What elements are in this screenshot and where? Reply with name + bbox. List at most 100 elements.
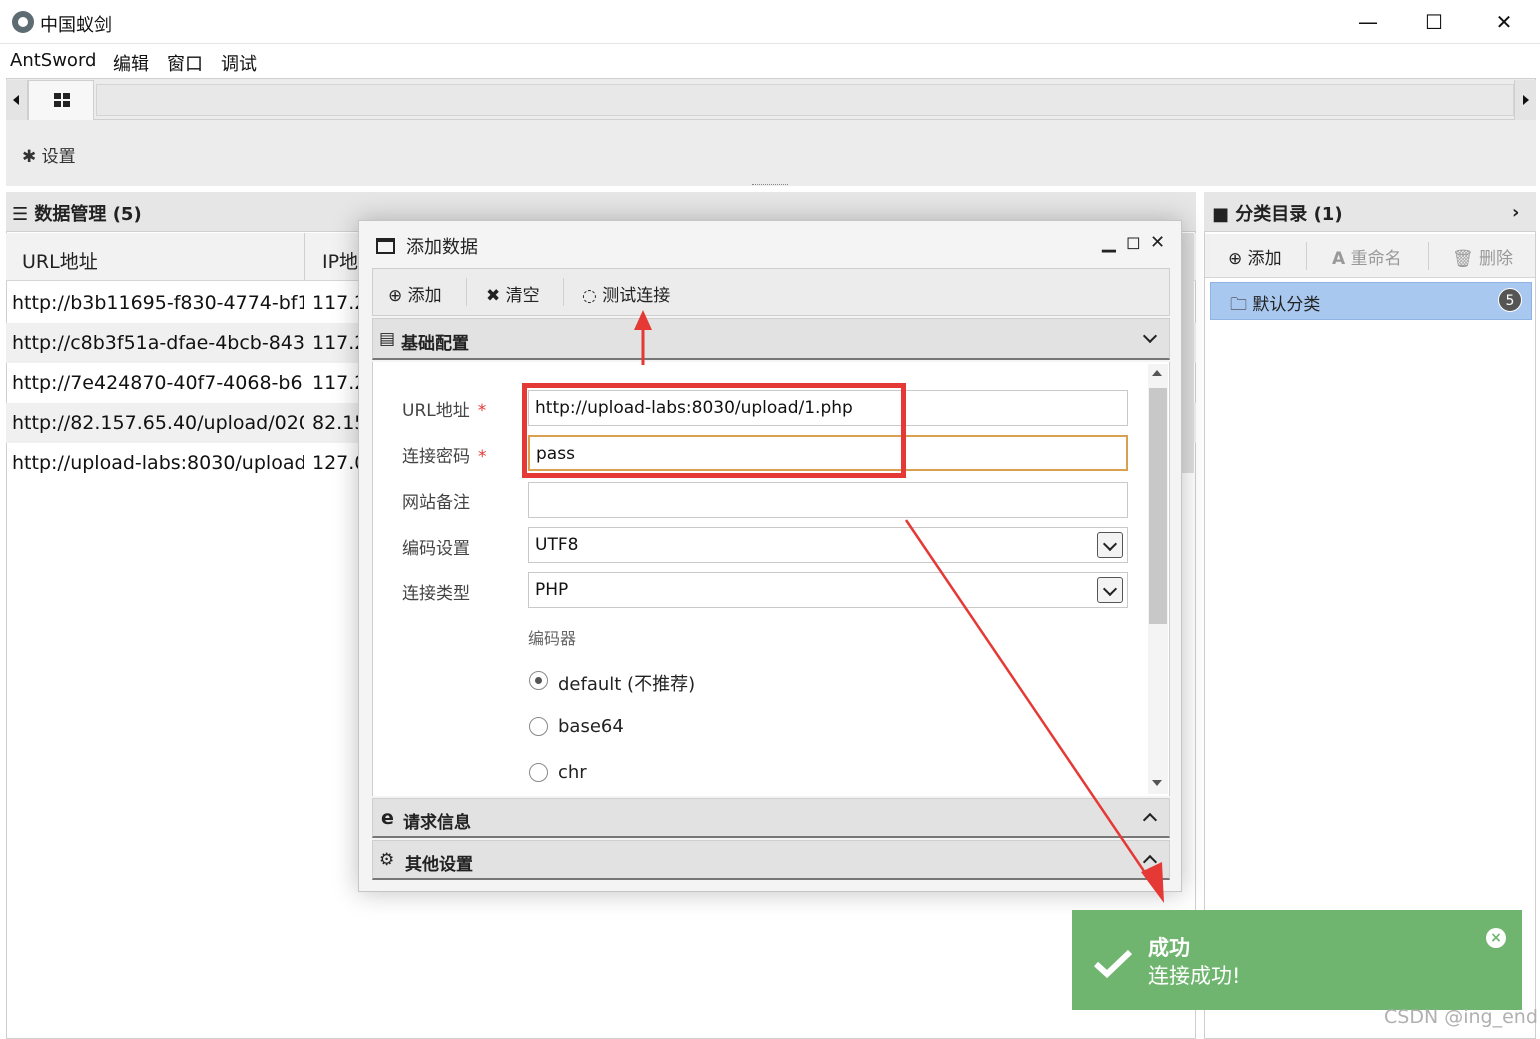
encoder-base64-label[interactable]: base64 [558,716,624,737]
test-connection-label: 测试连接 [602,286,671,306]
window-title: 中国蚁剑 [40,15,112,36]
category-add-button[interactable]: ⊕ 添加 [1228,244,1282,269]
trash-icon: 🗑 [1452,249,1474,269]
watermark: CSDN @ing_end [1384,1006,1538,1028]
settings-bar [6,120,1536,186]
column-resize-handle[interactable] [304,233,305,281]
caret-right-icon [1523,95,1529,105]
dialog-add-button[interactable]: ⊕ 添加 [388,281,442,306]
dialog-maximize-button[interactable]: ◻ [1126,232,1141,253]
section-other-title: 其他设置 [405,855,473,875]
encoder-chr-radio[interactable] [529,763,548,782]
url-cell: http://b3b11695-f830-4774-bf12-7 [12,292,304,314]
gear-icon: ✱ [22,147,37,167]
annotation-highlight-box [522,383,906,478]
type-label: 连接类型 [402,584,470,604]
required-mark: * [478,447,487,467]
url-cell: http://c8b3f51a-dfae-4bcb-843e-3 [12,332,304,354]
category-rename-label: 重命名 [1350,249,1402,269]
tab-scroll-right-button[interactable] [1514,80,1536,120]
toast-title: 成功 [1148,936,1190,960]
collapse-panel-button[interactable]: › [1512,202,1519,223]
plus-circle-icon: ⊕ [1228,249,1243,269]
folder-icon: ■ [1212,204,1230,225]
toolbar-divider [1306,242,1307,270]
encoder-base64-radio[interactable] [529,717,548,736]
column-ip[interactable]: IP地 [322,247,358,274]
title-bar [0,0,1540,44]
note-label: 网站备注 [402,493,470,513]
category-panel-title-text: 分类目录 (1) [1235,204,1343,225]
test-connection-button[interactable]: ◌ 测试连接 [582,281,670,306]
scroll-down-icon[interactable] [1152,780,1162,786]
settings-label: 设置 [41,147,76,167]
settings-button[interactable]: ✱ 设置 [22,142,76,167]
gears-icon: ⚙ [379,850,395,870]
chevron-up-icon [1142,812,1158,828]
toolbar-divider [563,278,564,306]
url-cell: http://upload-labs:8030/upload/02 [12,452,304,474]
password-label: 连接密码 * [402,442,487,467]
category-add-label: 添加 [1247,249,1282,269]
encoding-value: UTF8 [535,535,579,555]
dialog-clear-button[interactable]: ✖ 清空 [486,281,540,306]
chevron-down-icon[interactable] [1097,577,1123,603]
window-icon [376,238,395,254]
data-panel-title-text: 数据管理 (5) [34,204,142,225]
spinner-icon: ◌ [582,286,597,306]
url-label: URL地址 * [402,396,486,421]
encoding-select[interactable]: UTF8 [528,527,1128,563]
toast-close-button[interactable]: × [1486,928,1506,948]
menu-antsword[interactable]: AntSword [10,50,96,71]
url-cell: http://7e424870-40f7-4068-b658- [12,372,304,394]
close-icon: ✖ [486,286,501,306]
section-request-info[interactable]: e 请求信息 [372,798,1170,838]
category-item-label: 🗀 默认分类 [1230,290,1320,321]
font-icon: A [1332,249,1346,269]
document-icon: ▤ [379,329,396,349]
list-icon: ☰ [12,204,29,225]
category-item-text: 默认分类 [1252,295,1321,315]
menu-debug[interactable]: 调试 [221,50,257,76]
category-delete-label: 删除 [1479,249,1513,269]
scroll-up-icon[interactable] [1152,370,1162,376]
tab-home[interactable] [28,80,94,120]
data-panel-title: ☰ 数据管理 (5) [12,200,142,226]
minimize-button[interactable]: — [1346,6,1390,38]
table-scrollbar[interactable] [1182,233,1194,473]
toolbar-divider [466,278,467,306]
menu-window[interactable]: 窗口 [167,50,203,76]
url-cell: http://82.157.65.40/upload/020.p [12,412,304,434]
dialog-close-button[interactable]: ✕ [1150,232,1165,253]
section-request-title: 请求信息 [403,813,471,833]
category-rename-button[interactable]: A 重命名 [1332,244,1402,269]
caret-left-icon [13,95,19,105]
encoder-default-radio[interactable] [529,671,548,690]
required-mark: * [477,401,487,421]
section-basic-config[interactable]: ▤ 基础配置 [372,318,1170,360]
form-scrollbar-thumb[interactable] [1149,388,1167,624]
encoder-default-label[interactable]: default (不推荐) [558,670,695,696]
menu-edit[interactable]: 编辑 [113,50,149,76]
close-window-button[interactable]: ✕ [1482,6,1526,38]
dialog-minimize-button[interactable]: ▁ [1102,232,1116,253]
note-input[interactable] [528,482,1128,518]
toast-message: 连接成功! [1148,964,1241,988]
grid-icon [54,93,70,107]
column-url[interactable]: URL地址 [22,247,98,274]
antsword-logo-icon [12,11,34,33]
encoding-label: 编码设置 [402,539,470,559]
tab-area [96,84,1514,116]
dialog-title: 添加数据 [406,237,478,258]
success-toast [1072,910,1522,1010]
dialog-title-bar[interactable] [360,222,1180,266]
connection-type-select[interactable]: PHP [528,572,1128,608]
encoder-chr-label[interactable]: chr [558,762,587,783]
section-other-settings[interactable]: ⚙ 其他设置 [372,840,1170,880]
chevron-down-icon[interactable] [1097,532,1123,558]
maximize-button[interactable]: ☐ [1412,6,1456,38]
splitter-handle[interactable] [752,184,788,185]
connection-type-value: PHP [535,580,569,600]
tab-scroll-left-button[interactable] [6,80,28,120]
category-delete-button[interactable]: 🗑 删除 [1452,244,1513,269]
